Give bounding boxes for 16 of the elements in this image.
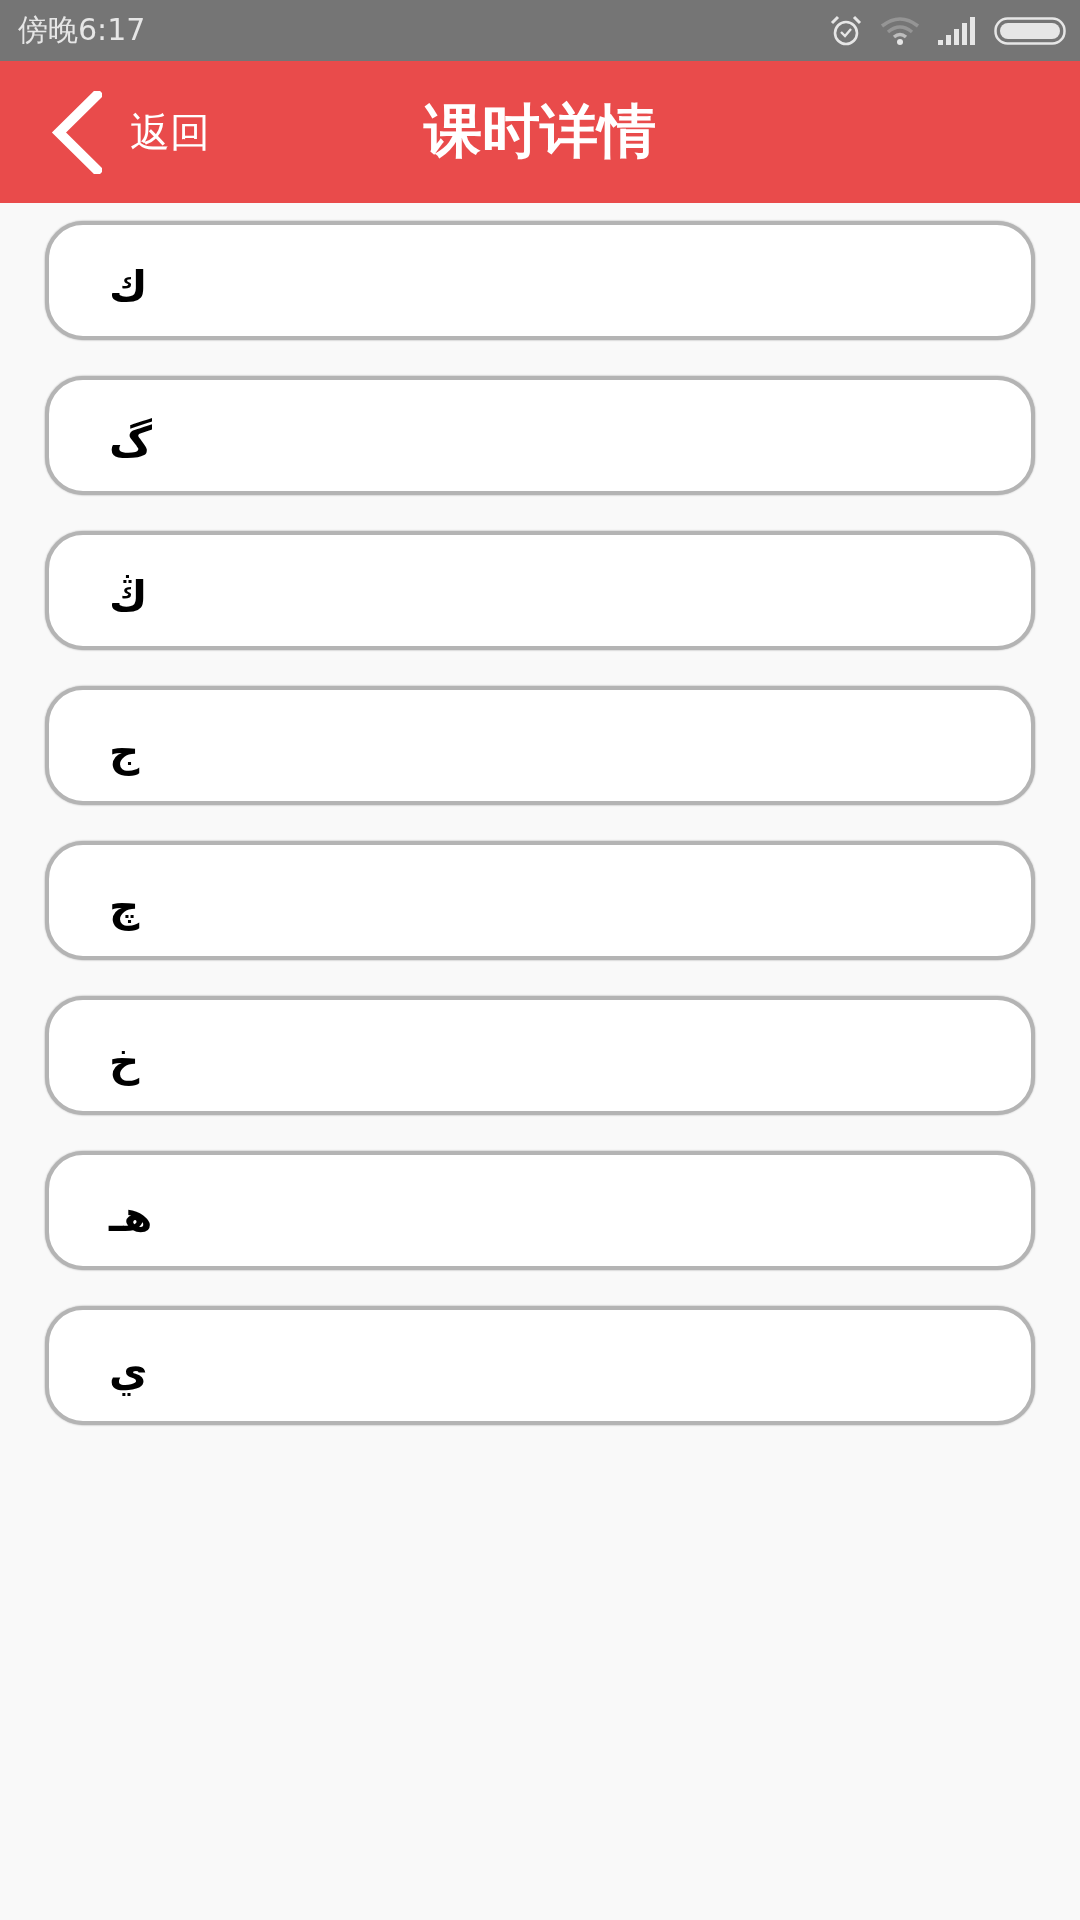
page-title: 课时详情 bbox=[424, 96, 656, 167]
back-button[interactable]: 返回 bbox=[0, 90, 210, 174]
lesson-item[interactable]: ج bbox=[45, 686, 1035, 805]
lesson-item[interactable]: چ bbox=[45, 841, 1035, 960]
lesson-item[interactable]: ك bbox=[45, 221, 1035, 340]
battery-icon bbox=[994, 16, 1066, 45]
lesson-item[interactable]: ڭ bbox=[45, 531, 1035, 650]
lesson-item[interactable]: هـ bbox=[45, 1151, 1035, 1270]
lesson-item[interactable]: گ bbox=[45, 376, 1035, 495]
signal-icon bbox=[938, 16, 976, 45]
status-time: 傍晚6:17 bbox=[18, 11, 147, 49]
chevron-left-icon bbox=[51, 90, 102, 174]
lesson-item[interactable]: ي bbox=[45, 1306, 1035, 1425]
wifi-icon bbox=[880, 16, 920, 45]
alarm-clock-icon bbox=[830, 14, 862, 47]
lesson-item[interactable]: خ bbox=[45, 996, 1035, 1115]
